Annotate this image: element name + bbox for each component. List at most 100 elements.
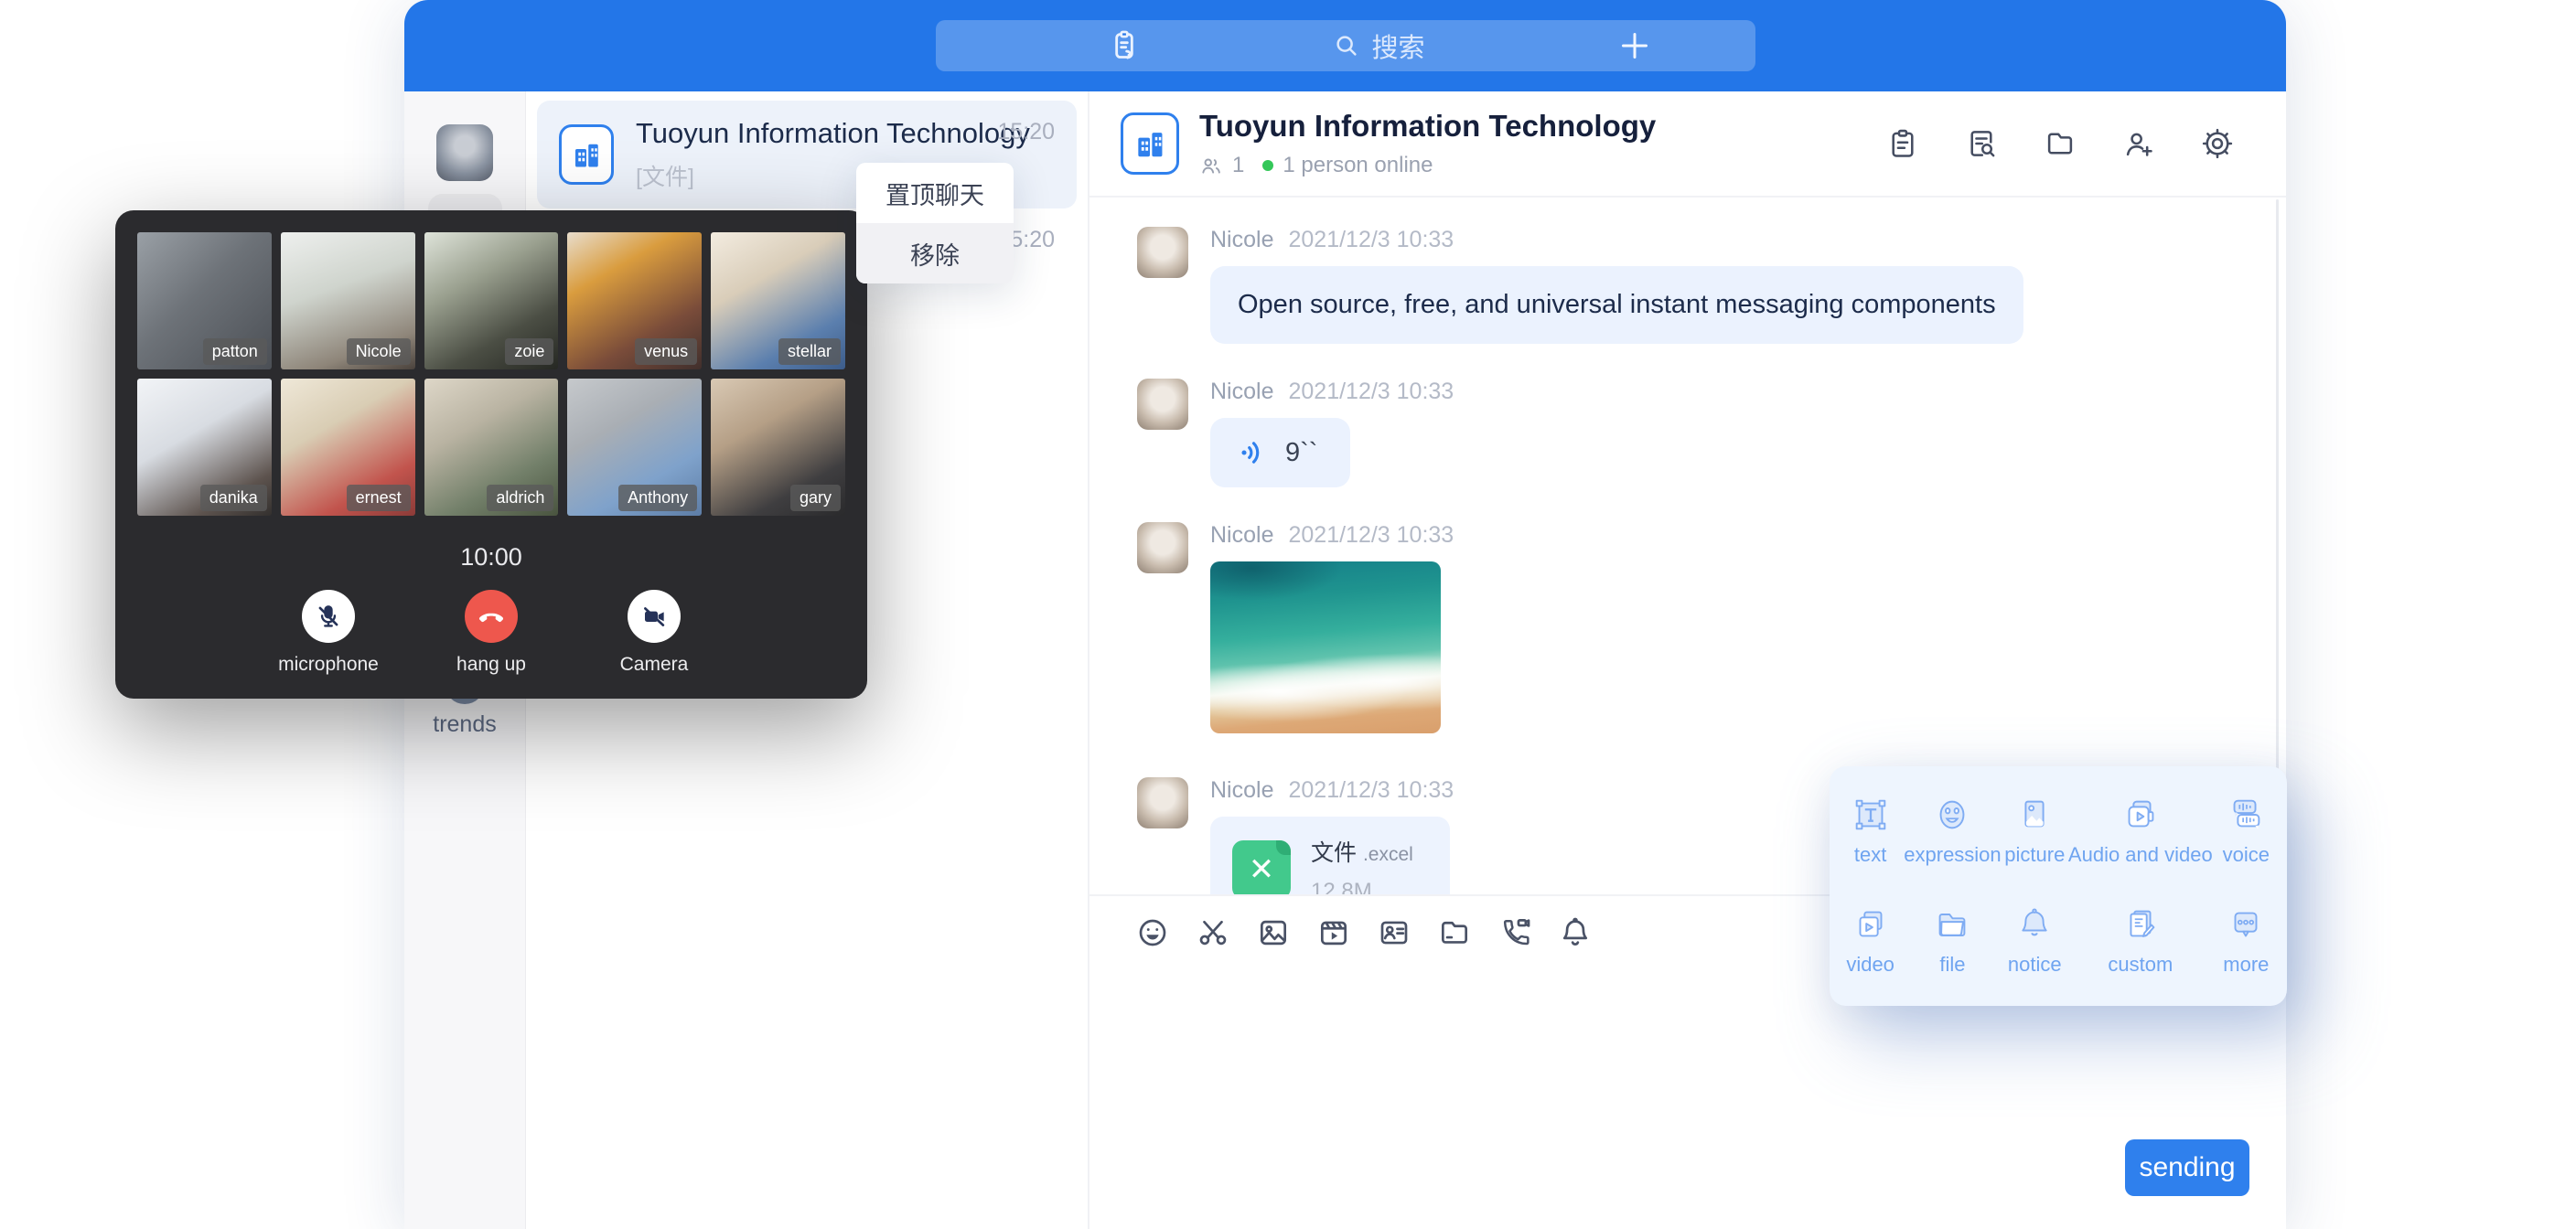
camera-toggle-button[interactable] bbox=[628, 590, 681, 643]
participant-tile[interactable]: patton bbox=[137, 232, 272, 369]
camera-control: Camera bbox=[600, 590, 708, 676]
feature-audio-video[interactable]: Audio and video bbox=[2068, 790, 2213, 883]
message-head: Nicole 2021/12/3 10:33 bbox=[1210, 379, 1454, 405]
voice-message-icon bbox=[2213, 790, 2280, 836]
microphone-label: microphone bbox=[274, 654, 382, 676]
emoji-icon[interactable] bbox=[1135, 915, 1170, 950]
message-head: Nicole 2021/12/3 10:33 bbox=[1210, 777, 1454, 804]
participant-tile[interactable]: Anthony bbox=[567, 379, 702, 516]
video-call-icon[interactable] bbox=[1497, 915, 1532, 950]
user-avatar[interactable] bbox=[436, 124, 493, 181]
send-video-icon[interactable] bbox=[1316, 915, 1351, 950]
participant-name: patton bbox=[203, 338, 267, 365]
feature-video[interactable]: video bbox=[1837, 900, 1904, 993]
group-files-icon[interactable] bbox=[2043, 126, 2077, 161]
chat-header-actions bbox=[1885, 126, 2235, 161]
feature-text[interactable]: text bbox=[1837, 790, 1904, 883]
custom-message-icon bbox=[2068, 900, 2213, 946]
menu-item-remove[interactable]: 移除 bbox=[856, 223, 1014, 283]
group-call-overlay: patton Nicole zoie venus stellar danika … bbox=[115, 210, 867, 699]
participant-name: gary bbox=[790, 485, 841, 511]
image-bubble-beach-photo[interactable] bbox=[1210, 561, 1441, 733]
conversation-time: 15:20 bbox=[997, 119, 1055, 145]
participant-grid: patton Nicole zoie venus stellar danika … bbox=[137, 232, 845, 516]
message-time: 2021/12/3 10:33 bbox=[1288, 777, 1454, 804]
feature-more[interactable]: more bbox=[2213, 900, 2280, 993]
contact-card-icon[interactable] bbox=[1377, 915, 1411, 950]
hang-up-button[interactable] bbox=[465, 590, 518, 643]
hangup-label: hang up bbox=[437, 654, 545, 676]
text-bubble[interactable]: Open source, free, and universal instant… bbox=[1210, 266, 2023, 344]
audio-video-icon bbox=[2068, 790, 2213, 836]
excel-file-icon: ✕ bbox=[1232, 840, 1291, 894]
participant-name: danika bbox=[200, 485, 267, 511]
sender-avatar[interactable] bbox=[1137, 379, 1188, 430]
screenshot-scissors-icon[interactable] bbox=[1196, 915, 1230, 950]
camera-label: Camera bbox=[600, 654, 708, 676]
feature-picture[interactable]: picture bbox=[2002, 790, 2068, 883]
sender-avatar[interactable] bbox=[1137, 227, 1188, 278]
participant-tile[interactable]: gary bbox=[711, 379, 845, 516]
send-button[interactable]: sending bbox=[2125, 1139, 2249, 1196]
send-image-icon[interactable] bbox=[1256, 915, 1291, 950]
feature-label: more bbox=[2213, 953, 2280, 977]
participant-tile[interactable]: zoie bbox=[424, 232, 559, 369]
voice-duration: 9`` bbox=[1285, 438, 1317, 468]
file-bubble[interactable]: ✕ 文件 .excel 12.8M bbox=[1210, 817, 1450, 894]
sender-avatar[interactable] bbox=[1137, 522, 1188, 573]
sender-name: Nicole bbox=[1210, 227, 1273, 253]
message-type-popup: text expression picture bbox=[1830, 766, 2287, 1006]
file-size: 12.8M bbox=[1311, 879, 1413, 894]
members-icon bbox=[1199, 154, 1223, 177]
add-member-icon[interactable] bbox=[2121, 126, 2156, 161]
call-controls: microphone hang up Camer bbox=[137, 590, 845, 676]
notification-bell-icon[interactable] bbox=[1558, 915, 1593, 950]
participant-name: stellar bbox=[778, 338, 841, 365]
feature-custom[interactable]: custom bbox=[2068, 900, 2213, 993]
app-top-bar: 搜索 bbox=[404, 0, 2286, 91]
feature-file[interactable]: file bbox=[1904, 900, 2001, 993]
feature-label: text bbox=[1837, 843, 1904, 867]
compose-area[interactable]: sending bbox=[1089, 969, 2286, 1229]
participant-tile[interactable]: stellar bbox=[711, 232, 845, 369]
participant-tile[interactable]: ernest bbox=[281, 379, 415, 516]
feature-label: Audio and video bbox=[2068, 843, 2213, 867]
search-bar[interactable]: 搜索 bbox=[936, 20, 1755, 71]
feature-label: notice bbox=[2002, 953, 2068, 977]
participant-tile[interactable]: aldrich bbox=[424, 379, 559, 516]
chat-record-search-icon[interactable] bbox=[1964, 126, 1999, 161]
sender-name: Nicole bbox=[1210, 379, 1273, 405]
participant-tile[interactable]: Nicole bbox=[281, 232, 415, 369]
sender-name: Nicole bbox=[1210, 522, 1273, 549]
message-text: Nicole 2021/12/3 10:33 Open source, free… bbox=[1137, 227, 2238, 344]
search-field[interactable]: 搜索 bbox=[1143, 27, 1616, 65]
text-message-icon bbox=[1837, 790, 1904, 836]
search-icon bbox=[1333, 32, 1360, 59]
more-icon bbox=[2213, 900, 2280, 946]
add-button[interactable] bbox=[1616, 27, 1653, 64]
call-record-icon[interactable] bbox=[1885, 126, 1920, 161]
message-image: Nicole 2021/12/3 10:33 bbox=[1137, 522, 2238, 733]
settings-gear-icon[interactable] bbox=[2200, 126, 2235, 161]
send-file-icon[interactable] bbox=[1437, 915, 1472, 950]
feature-notice[interactable]: notice bbox=[2002, 900, 2068, 993]
voice-bubble[interactable]: 9`` bbox=[1210, 418, 1350, 487]
participant-tile[interactable]: venus bbox=[567, 232, 702, 369]
participant-name: Nicole bbox=[347, 338, 411, 365]
search-placeholder: 搜索 bbox=[1371, 27, 1424, 65]
member-count: 1 bbox=[1232, 153, 1244, 178]
voice-wave-icon bbox=[1236, 436, 1269, 469]
menu-item-pin-chat[interactable]: 置顶聊天 bbox=[856, 163, 1014, 223]
feature-voice[interactable]: voice bbox=[2213, 790, 2280, 883]
file-name: 文件 .excel bbox=[1311, 835, 1413, 868]
microphone-mute-button[interactable] bbox=[302, 590, 355, 643]
message-voice: Nicole 2021/12/3 10:33 9 bbox=[1137, 379, 2238, 487]
message-head: Nicole 2021/12/3 10:33 bbox=[1210, 227, 2023, 253]
participant-tile[interactable]: danika bbox=[137, 379, 272, 516]
sender-avatar[interactable] bbox=[1137, 777, 1188, 828]
chat-meta: 1 1 person online bbox=[1199, 153, 1656, 178]
call-log-icon[interactable] bbox=[1106, 27, 1143, 64]
feature-label: custom bbox=[2068, 953, 2213, 977]
feature-expression[interactable]: expression bbox=[1904, 790, 2001, 883]
participant-name: venus bbox=[635, 338, 697, 365]
